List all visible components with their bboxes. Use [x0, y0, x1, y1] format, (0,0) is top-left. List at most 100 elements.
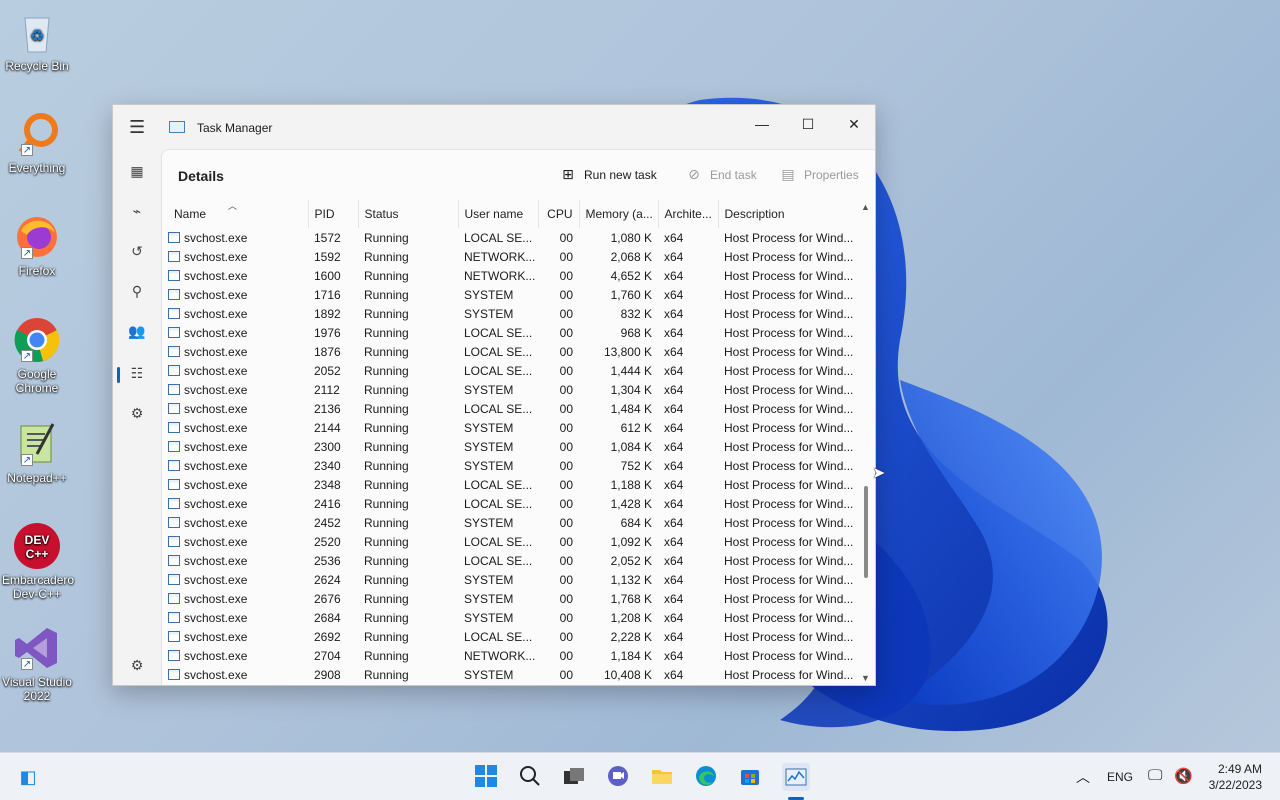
table-row[interactable]: svchost.exe 2136 Running LOCAL SE... 00 1,484… — [162, 399, 857, 418]
task-manager-icon[interactable] — [782, 763, 810, 791]
cell-description: Host Process for Wind... — [724, 572, 854, 587]
table-row[interactable]: svchost.exe 1976 Running LOCAL SE... 00 968 K… — [162, 323, 857, 342]
desktop-icon-chrome[interactable]: ↗ Google Chrome — [2, 316, 72, 395]
table-row[interactable]: svchost.exe 2676 Running SYSTEM 00 1,768 K x64… — [162, 589, 857, 608]
run-new-task-button[interactable]: ⊞ Run new task — [560, 166, 657, 183]
table-row[interactable]: svchost.exe 2416 Running LOCAL SE... 00 1,428… — [162, 494, 857, 513]
table-row[interactable]: svchost.exe 1716 Running SYSTEM 00 1,760 K x64… — [162, 285, 857, 304]
table-row[interactable]: svchost.exe 1876 Running LOCAL SE... 00 13,80… — [162, 342, 857, 361]
table-row[interactable]: svchost.exe 2684 Running SYSTEM 00 1,208 K x64… — [162, 608, 857, 627]
cell-cpu: 00 — [559, 572, 573, 587]
clock[interactable]: 2:49 AM 3/22/2023 — [1209, 761, 1262, 793]
minimize-button[interactable]: — — [739, 109, 785, 139]
cell-user-name: SYSTEM — [464, 382, 514, 397]
end-task-button[interactable]: ⊘ End task — [686, 166, 757, 183]
volume-muted-icon[interactable]: 🔇 — [1174, 767, 1193, 800]
cell-memory: 1,208 K — [610, 610, 652, 625]
maximize-button[interactable]: ☐ — [785, 109, 831, 139]
hamburger-menu-icon[interactable]: ☰ — [129, 118, 145, 136]
table-row[interactable]: svchost.exe 1572 Running LOCAL SE... 00 1,080… — [162, 228, 857, 247]
cell-status: Running — [364, 344, 409, 359]
table-row[interactable]: svchost.exe 2624 Running SYSTEM 00 1,132 K x64… — [162, 570, 857, 589]
column-header-status[interactable]: Status — [358, 200, 459, 228]
processes-icon[interactable]: ▦ — [127, 161, 147, 181]
column-header-name[interactable]: ︿ Name — [162, 200, 309, 228]
table-row[interactable]: svchost.exe 2520 Running LOCAL SE... 00 1,092… — [162, 532, 857, 551]
cell-status: Running — [364, 420, 409, 435]
table-row[interactable]: svchost.exe 2348 Running LOCAL SE... 00 1,188… — [162, 475, 857, 494]
table-row[interactable]: svchost.exe 2052 Running LOCAL SE... 00 1,444… — [162, 361, 857, 380]
table-row[interactable]: svchost.exe 2536 Running LOCAL SE... 00 2,052… — [162, 551, 857, 570]
devcpp-icon: DEV C++ — [13, 522, 61, 570]
app-history-icon[interactable]: ↺ — [127, 241, 147, 261]
cell-memory: 1,184 K — [610, 648, 652, 663]
table-row[interactable]: svchost.exe 2452 Running SYSTEM 00 684 K x64 Ho… — [162, 513, 857, 532]
table-row[interactable]: svchost.exe 2300 Running SYSTEM 00 1,084 K x64… — [162, 437, 857, 456]
table-row[interactable]: svchost.exe 2112 Running SYSTEM 00 1,304 K x64… — [162, 380, 857, 399]
cell-pid: 1572 — [314, 230, 341, 245]
desktop-icon-everything[interactable]: ↗ Everything — [2, 110, 72, 175]
performance-icon[interactable]: ⌁ — [127, 201, 147, 221]
cell-cpu: 00 — [559, 591, 573, 606]
language-indicator[interactable]: ENG — [1107, 770, 1133, 800]
start-icon[interactable] — [474, 765, 498, 789]
settings-icon[interactable]: ⚙ — [127, 655, 147, 675]
desktop-icon-visual-studio[interactable]: ↗ Visual Studio 2022 — [2, 624, 72, 703]
task-view-icon[interactable] — [562, 765, 586, 789]
process-icon — [168, 459, 180, 471]
cell-status: Running — [364, 648, 409, 663]
table-row[interactable]: svchost.exe 2144 Running SYSTEM 00 612 K x64 Ho… — [162, 418, 857, 437]
process-icon — [168, 573, 180, 585]
everything-search-icon: ↗ — [13, 110, 61, 158]
process-icon — [168, 440, 180, 452]
column-header-cpu[interactable]: CPU — [538, 200, 580, 228]
chat-icon[interactable] — [606, 765, 630, 789]
edge-icon[interactable] — [694, 765, 718, 789]
users-icon[interactable]: 👥 — [127, 321, 147, 341]
cell-pid: 2112 — [314, 382, 340, 397]
cell-pid: 2908 — [314, 667, 341, 682]
store-icon[interactable] — [738, 765, 762, 789]
column-header-architecture[interactable]: Archite... — [658, 200, 719, 228]
table-row[interactable]: svchost.exe 2340 Running SYSTEM 00 752 K x64 Ho… — [162, 456, 857, 475]
network-icon[interactable]: 🖵 — [1148, 767, 1162, 800]
cell-name: svchost.exe — [162, 380, 308, 399]
table-row[interactable]: svchost.exe 2908 Running SYSTEM 00 10,408 K x6… — [162, 665, 857, 684]
cell-description: Host Process for Wind... — [724, 439, 854, 454]
column-header-memory[interactable]: Memory (a... — [579, 200, 659, 228]
vertical-scrollbar[interactable]: ▲ ▼ — [859, 200, 873, 685]
cell-status: Running — [364, 401, 409, 416]
cell-description: Host Process for Wind... — [724, 306, 854, 321]
table-row[interactable]: svchost.exe 1892 Running SYSTEM 00 832 K x64 Ho… — [162, 304, 857, 323]
desktop-icon-devcpp[interactable]: DEV C++ Embarcadero Dev-C++ — [2, 522, 74, 601]
desktop-icon-firefox[interactable]: ↗ Firefox — [2, 213, 72, 278]
scroll-down-arrow-icon[interactable]: ▼ — [861, 673, 870, 683]
column-header-pid[interactable]: PID — [308, 200, 359, 228]
desktop-icon-recycle-bin[interactable]: ♻ Recycle Bin — [2, 8, 72, 73]
table-row[interactable]: svchost.exe 1600 Running NETWORK... 00 4,652 … — [162, 266, 857, 285]
details-icon[interactable]: ☷ — [127, 363, 147, 383]
column-header-user-name[interactable]: User name — [458, 200, 539, 228]
show-desktop-icon[interactable]: ◧ — [16, 765, 40, 789]
command-bar: Details ⊞ Run new task ⊘ End task ▤ Prop… — [162, 150, 875, 200]
notepadpp-icon: ↗ — [13, 420, 61, 468]
active-nav-indicator — [117, 367, 120, 383]
process-icon — [168, 231, 180, 243]
table-row[interactable]: svchost.exe 2692 Running LOCAL SE... 00 2,228… — [162, 627, 857, 646]
title-bar[interactable]: ☰ Task Manager — ☐ ✕ — [113, 105, 875, 149]
cell-name: svchost.exe — [162, 532, 308, 551]
scroll-up-arrow-icon[interactable]: ▲ — [861, 202, 870, 212]
properties-button[interactable]: ▤ Properties — [780, 166, 858, 183]
scrollbar-thumb[interactable] — [864, 486, 868, 578]
table-row[interactable]: svchost.exe 1592 Running NETWORK... 00 2,068 … — [162, 247, 857, 266]
svg-text:DEV: DEV — [25, 533, 50, 547]
services-icon[interactable]: ⚙ — [127, 403, 147, 423]
search-icon[interactable] — [518, 765, 542, 789]
startup-apps-icon[interactable]: ⚲ — [127, 281, 147, 301]
desktop-icon-notepadpp[interactable]: ↗ Notepad++ — [2, 420, 72, 485]
column-header-description[interactable]: Description — [718, 200, 857, 228]
table-row[interactable]: svchost.exe 2704 Running NETWORK... 00 1,184 … — [162, 646, 857, 665]
file-explorer-icon[interactable] — [650, 765, 674, 789]
close-button[interactable]: ✕ — [831, 109, 877, 139]
show-hidden-icons-icon[interactable]: ︿ — [1076, 767, 1090, 800]
